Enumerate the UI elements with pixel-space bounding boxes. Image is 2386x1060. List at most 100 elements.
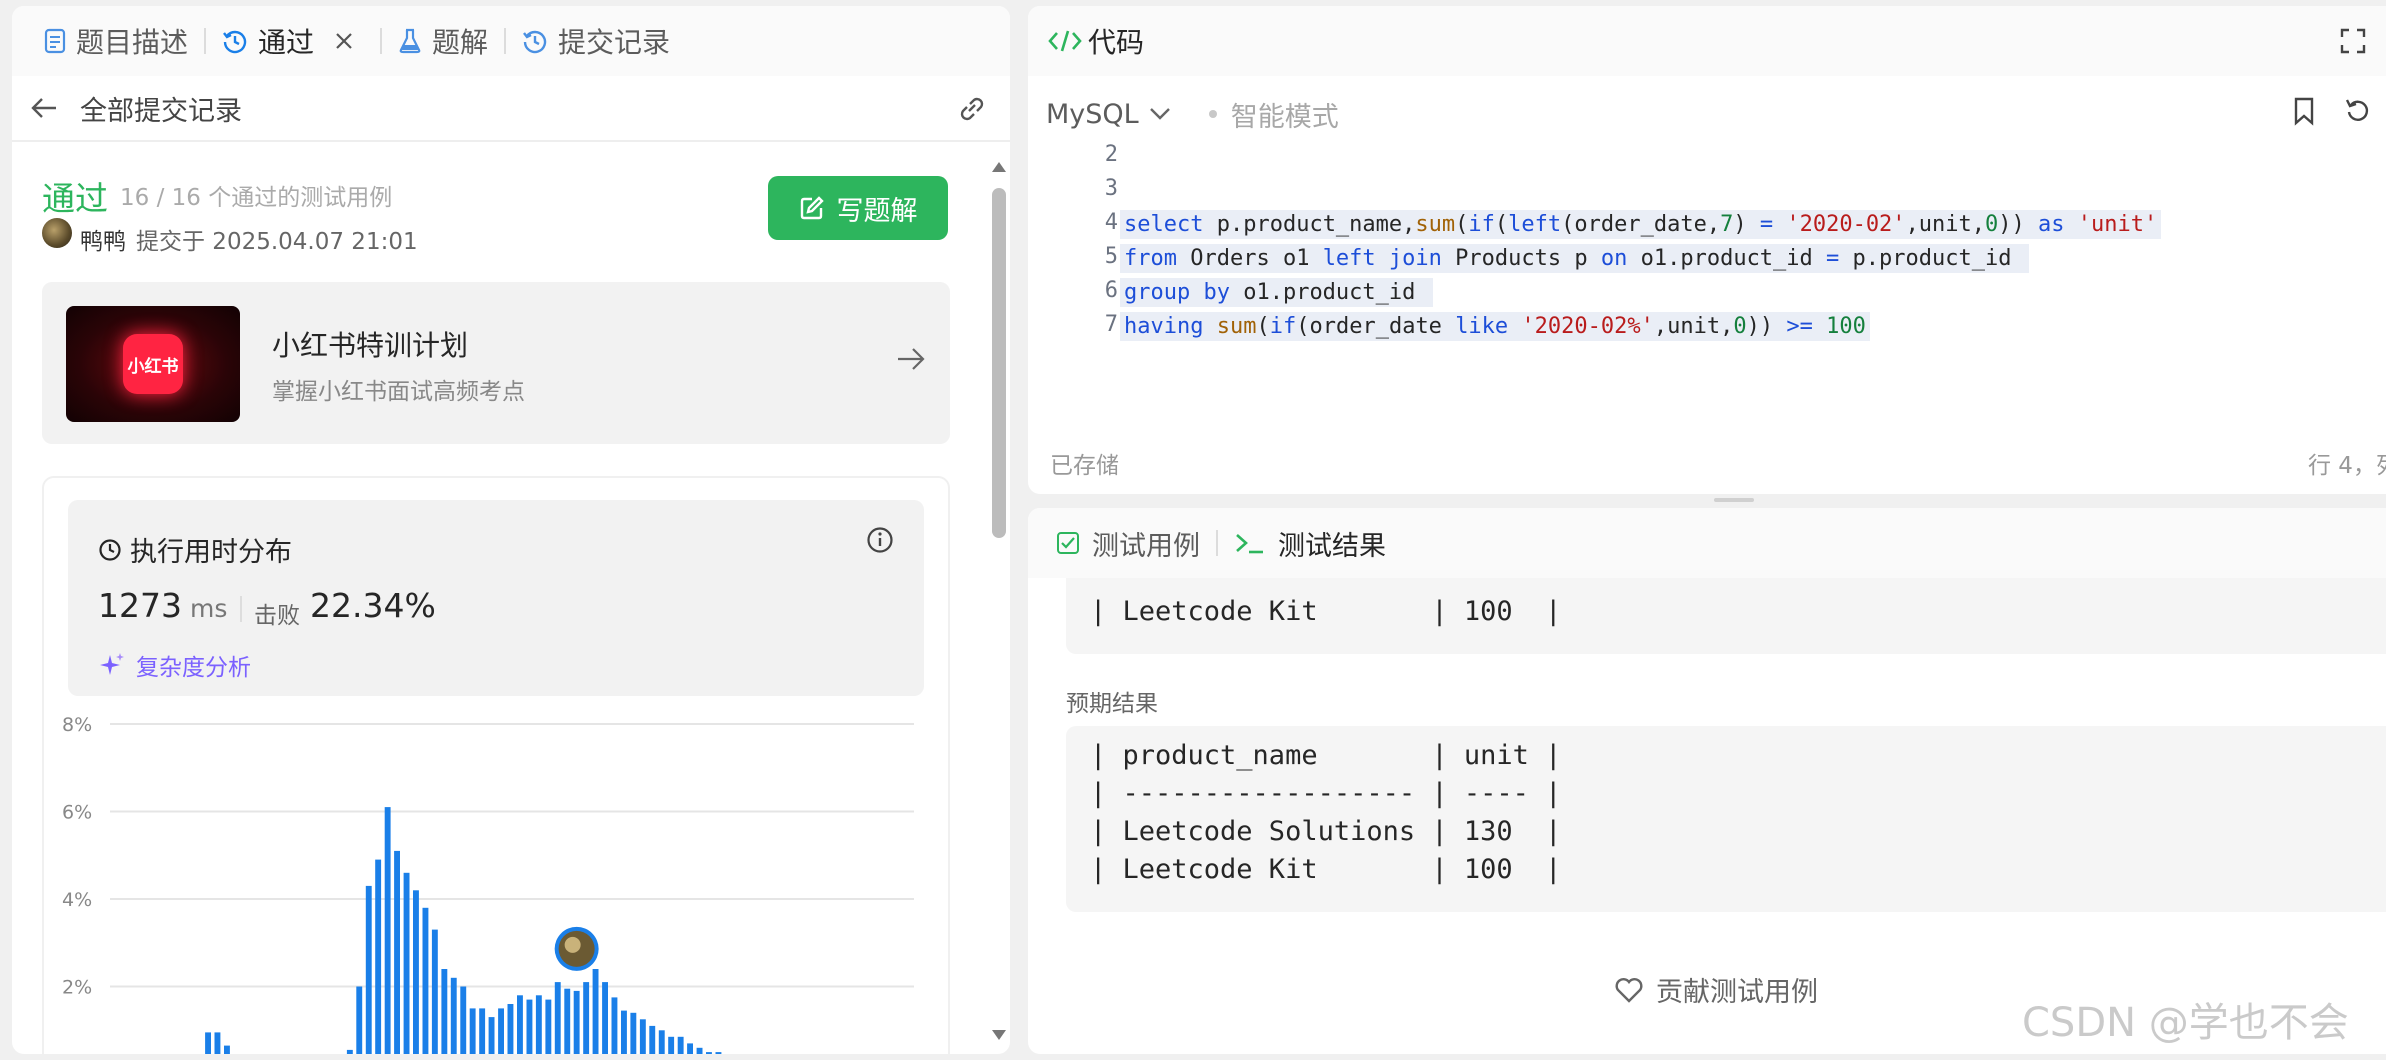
tab-description-label: 题目描述	[76, 26, 189, 59]
watermark: CSDN @学也不会	[2022, 1000, 2349, 1046]
chart-bar[interactable]	[431, 929, 438, 1054]
info-icon[interactable]	[866, 526, 894, 554]
runtime-distribution-chart: 8%6%4%2%0%698ms939ms1180ms1420ms	[62, 714, 914, 1055]
chart-bar[interactable]	[583, 982, 590, 1054]
test-tab-bar: 测试用例 测试结果	[1028, 508, 2386, 578]
left-tab-bar: 题目描述 通过 题解 提交记录	[12, 6, 1010, 76]
chart-bar[interactable]	[611, 997, 618, 1054]
runtime-title-label: 执行用时分布	[130, 537, 292, 568]
sparkle-icon	[98, 651, 126, 679]
chart-bar[interactable]	[224, 1045, 230, 1054]
chart-bar[interactable]	[205, 1032, 211, 1054]
code-text: select p.product_name,sum(if(left(order_…	[1120, 210, 2162, 239]
chart-bar[interactable]	[356, 986, 363, 1055]
chart-bar[interactable]	[422, 907, 429, 1054]
contribute-testcase-button[interactable]: 贡献测试用例	[1614, 970, 1818, 1009]
scroll-down-icon[interactable]	[990, 1028, 1008, 1042]
chart-bar[interactable]	[602, 982, 608, 1054]
submission-panel: 题目描述 通过 题解 提交记录 全部提交记录 通过 16 / 16 个通过的测试…	[12, 6, 1010, 1054]
chart-bar[interactable]	[384, 807, 391, 1054]
chart-bar[interactable]	[403, 872, 410, 1054]
tab-testcase[interactable]: 测试用例	[1050, 508, 1206, 578]
smart-mode[interactable]: 智能模式	[1231, 95, 1339, 134]
chart-bar[interactable]	[621, 1010, 627, 1054]
arrow-right-icon[interactable]	[896, 346, 926, 372]
checkbox-icon	[1056, 531, 1080, 555]
tab-divider	[504, 28, 507, 54]
complexity-label: 复杂度分析	[136, 655, 251, 681]
author-name[interactable]: 鸭鸭	[80, 222, 126, 256]
chart-bar[interactable]	[554, 982, 561, 1054]
chart-bar[interactable]	[450, 977, 457, 1054]
tab-accepted[interactable]: 通过	[212, 6, 374, 76]
chart-bar[interactable]	[365, 885, 372, 1054]
chart-bar[interactable]	[479, 1008, 486, 1054]
close-icon[interactable]	[334, 31, 354, 51]
terminal-icon	[1234, 531, 1266, 555]
chart-bar[interactable]	[394, 850, 400, 1054]
bookmark-icon[interactable]	[2292, 96, 2316, 126]
chart-bar[interactable]	[649, 1025, 656, 1054]
scroll-thumb[interactable]	[992, 188, 1006, 538]
chart-bar[interactable]	[545, 999, 552, 1054]
chart-bar[interactable]	[507, 1004, 514, 1054]
line-number: 4	[1104, 210, 1118, 235]
chart-bar[interactable]	[413, 890, 419, 1054]
contribute-label: 贡献测试用例	[1656, 977, 1818, 1008]
chart-bar[interactable]	[658, 1030, 665, 1054]
runtime-summary[interactable]: 执行用时分布 1273 ms 击败 22.34% 复杂度分析	[68, 500, 924, 696]
tab-accepted-label: 通过	[258, 26, 315, 59]
write-solution-button[interactable]: 写题解	[768, 176, 948, 240]
language-select[interactable]: MySQL	[1046, 99, 1139, 130]
chart-bar[interactable]	[696, 1047, 703, 1054]
tab-divider	[380, 28, 383, 54]
tab-description[interactable]: 题目描述	[34, 6, 198, 76]
chart-bar[interactable]	[639, 1019, 646, 1054]
chart-bar[interactable]	[630, 1012, 637, 1054]
avatar[interactable]	[42, 218, 72, 248]
chart-bar[interactable]	[498, 1008, 504, 1054]
chart-bar[interactable]	[488, 1017, 495, 1054]
test-cases-passed: 16 / 16 个通过的测试用例	[120, 185, 393, 211]
scrollbar[interactable]	[988, 142, 1010, 1054]
complexity-analysis-link[interactable]: 复杂度分析	[98, 648, 251, 682]
chart-bar[interactable]	[687, 1043, 693, 1054]
chart-bar[interactable]	[573, 990, 580, 1054]
chart-bar[interactable]	[346, 1049, 353, 1054]
runtime-unit: ms	[190, 594, 228, 623]
link-icon[interactable]	[956, 94, 988, 124]
line-number: 2	[1104, 142, 1118, 167]
code-editor[interactable]: 2 3 4 select p.product_name,sum(if(left(o…	[1028, 142, 2386, 422]
submitted-time: 提交于 2025.04.07 21:01	[136, 229, 418, 255]
scroll-up-icon[interactable]	[990, 160, 1008, 174]
promo-card[interactable]: 小红书 小红书特训计划 掌握小红书面试高频考点	[42, 282, 950, 444]
tab-submissions[interactable]: 提交记录	[512, 6, 680, 76]
chart-bar[interactable]	[706, 1052, 712, 1054]
chart-bar[interactable]	[375, 859, 382, 1054]
y-tick-label: 6%	[62, 802, 92, 824]
chevron-down-icon[interactable]	[1149, 107, 1171, 121]
chart-bar[interactable]	[668, 1036, 675, 1054]
fullscreen-icon[interactable]	[2340, 28, 2366, 54]
back-arrow-icon[interactable]	[30, 96, 58, 120]
chart-bar[interactable]	[526, 999, 533, 1054]
chart-bar[interactable]	[564, 988, 571, 1054]
chart-bar[interactable]	[535, 995, 542, 1054]
mode-dot	[1208, 110, 1217, 118]
chart-bar[interactable]	[592, 969, 599, 1054]
beats-label: 击败	[254, 603, 300, 629]
reset-icon[interactable]	[2344, 96, 2372, 124]
chart-bar[interactable]	[469, 1008, 476, 1054]
chart-bar[interactable]	[715, 1052, 722, 1054]
promo-subtitle: 掌握小红书面试高频考点	[272, 379, 525, 405]
chart-bar[interactable]	[677, 1036, 684, 1054]
chart-bar[interactable]	[441, 969, 448, 1054]
chart-bar[interactable]	[517, 995, 523, 1054]
panel-resize-handle[interactable]	[1714, 498, 1754, 502]
runtime-card: 执行用时分布 1273 ms 击败 22.34% 复杂度分析 8% 6% 4% …	[42, 476, 950, 1054]
chart-bar[interactable]	[460, 986, 467, 1055]
history-icon	[222, 28, 248, 54]
tab-test-result[interactable]: 测试结果	[1228, 508, 1392, 578]
tab-solutions[interactable]: 题解	[388, 6, 498, 76]
chart-bar[interactable]	[214, 1032, 221, 1054]
